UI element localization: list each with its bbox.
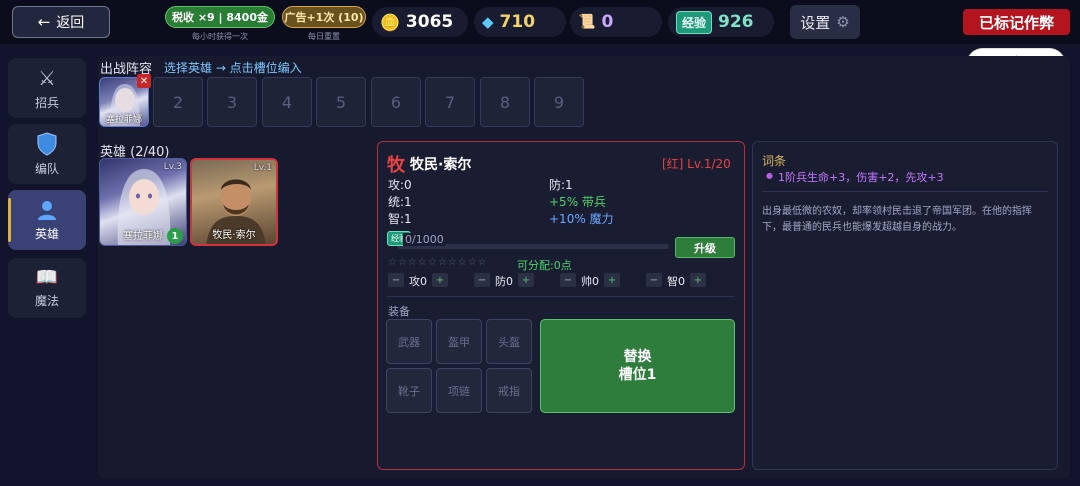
equip-slot-helmet[interactable]: 头盔: [486, 319, 532, 364]
defense-plus-button[interactable]: +: [518, 273, 534, 287]
cheat-flag-badge: 已标记作弊: [963, 9, 1070, 35]
stat-intellect-bonus: +10% 魔力: [549, 212, 614, 226]
traits-title: 词条: [762, 154, 787, 168]
replace-slot-label: 槽位1: [618, 367, 657, 383]
stat-command-bonus: +5% 带兵: [549, 195, 606, 209]
lineup-slot-4[interactable]: 4: [262, 77, 312, 127]
attack-minus-button[interactable]: −: [388, 273, 404, 287]
sidebar-item-label: 魔法: [34, 294, 59, 308]
equip-slot-ring[interactable]: 戒指: [486, 368, 532, 413]
lineup-slot-1-name: 塞拉菲娜: [105, 115, 142, 125]
exp-counter: 经验 926: [668, 7, 774, 37]
sidebar-item-label: 编队: [34, 161, 59, 176]
tax-button[interactable]: 税收 ×9 | 8400金: [165, 6, 275, 28]
tax-label: 税收 ×9 | 8400金: [172, 11, 268, 24]
upgrade-label: 升级: [694, 241, 716, 255]
hero-count-badge: 1: [167, 228, 183, 244]
hero-level: Lv.1: [253, 163, 272, 173]
gold-coins-icon: 🪙: [380, 12, 400, 32]
close-icon: ✕: [139, 75, 149, 87]
scroll-counter: 📜 0: [570, 7, 662, 37]
lineup-slot-5[interactable]: 5: [316, 77, 366, 127]
back-button[interactable]: ← 返回: [12, 6, 110, 38]
book-icon: 📖: [35, 267, 59, 288]
sidebar-item-magic[interactable]: 📖 魔法: [8, 258, 86, 318]
command-minus-button[interactable]: −: [560, 273, 576, 287]
diamond-icon: ◆: [482, 13, 494, 31]
equip-slot-armor[interactable]: 盔甲: [436, 319, 482, 364]
scroll-value: 0: [601, 12, 614, 32]
sidebar-item-label: 招兵: [34, 95, 59, 110]
sidebar-item-label: 英雄: [34, 226, 59, 241]
attack-plus-button[interactable]: +: [432, 273, 448, 287]
gear-icon: ⚙: [836, 13, 850, 31]
equipment-title: 装备: [388, 305, 410, 318]
ad-label: 广告+1次 (10): [284, 11, 364, 24]
equip-slot-necklace[interactable]: 项链: [436, 368, 482, 413]
lineup-slot-3[interactable]: 3: [207, 77, 257, 127]
lineup-slot-8[interactable]: 8: [480, 77, 530, 127]
attack-alloc: 攻0: [409, 275, 427, 288]
exp-text: 0/1000: [403, 233, 446, 246]
gold-value: 3065: [405, 12, 454, 32]
exp-tag: 经验: [676, 10, 713, 34]
replace-label: 替换: [623, 349, 652, 365]
intellect-plus-button[interactable]: +: [690, 273, 706, 287]
sidebar-item-formation[interactable]: 编队: [8, 124, 86, 184]
lineup-slot-2[interactable]: 2: [153, 77, 203, 127]
replace-slot-button[interactable]: 替换 槽位1: [540, 319, 735, 413]
crossed-swords-icon: ⚔: [38, 65, 56, 90]
lineup-slot-7[interactable]: 7: [425, 77, 475, 127]
gem-value: 710: [499, 12, 536, 32]
defense-alloc: 防0: [495, 275, 513, 288]
gem-counter: ◆ 710: [474, 7, 566, 37]
remove-hero-button[interactable]: ✕: [137, 74, 151, 88]
divider: [387, 296, 735, 297]
equip-slot-weapon[interactable]: 武器: [386, 319, 432, 364]
hero-rarity-level: [红] Lv.1/20: [662, 157, 731, 171]
stat-defense: 防:1: [549, 178, 573, 192]
ad-button[interactable]: 广告+1次 (10): [282, 6, 366, 28]
stat-command: 统:1: [388, 195, 412, 209]
lineup-hint: 选择英雄 → 点击槽位编入: [164, 61, 302, 75]
divider: [762, 191, 1048, 192]
star-rating: ☆☆☆☆☆☆☆☆☆☆: [388, 257, 488, 268]
hero-card-sol[interactable]: Lv.1 牧民·索尔: [190, 158, 278, 246]
hero-description: 出身最低微的农奴，却率领村民击退了帝国军团。在他的指挥下，最普通的民兵也能爆发超…: [762, 206, 1032, 233]
stat-attack: 攻:0: [388, 178, 412, 192]
sidebar-item-recruit[interactable]: ⚔ 招兵: [8, 58, 86, 118]
person-icon: [38, 200, 56, 220]
upgrade-button[interactable]: 升级: [675, 237, 735, 258]
allocatable-points: 可分配:0点: [517, 259, 572, 272]
command-plus-button[interactable]: +: [604, 273, 620, 287]
tax-subtext: 每小时获得一次: [192, 32, 248, 41]
hero-detail-name: 牧民·索尔: [410, 157, 472, 173]
equip-slot-boots[interactable]: 靴子: [386, 368, 432, 413]
hero-class-char: 牧: [387, 155, 405, 176]
command-alloc: 帅0: [581, 275, 599, 288]
lineup-slot-6[interactable]: 6: [371, 77, 421, 127]
sidebar-item-heroes[interactable]: 英雄: [8, 190, 86, 250]
hero-level: Lv.3: [163, 162, 182, 172]
settings-label: 设置: [800, 13, 831, 32]
exp-value: 926: [718, 12, 754, 32]
trait-item: 1阶兵生命+3，伤害+2，先攻+3: [778, 171, 944, 184]
stat-intellect: 智:1: [388, 212, 412, 226]
scroll-icon: 📜: [578, 14, 596, 30]
hero-name: 牧民·索尔: [212, 230, 256, 241]
defense-minus-button[interactable]: −: [474, 273, 490, 287]
gold-counter: 🪙 3065: [372, 7, 468, 37]
intellect-minus-button[interactable]: −: [646, 273, 662, 287]
ad-subtext: 每日重置: [308, 32, 340, 41]
trait-bullet-icon: ●: [766, 171, 773, 180]
back-label: 返回: [56, 15, 85, 31]
intellect-alloc: 智0: [667, 275, 685, 288]
settings-button[interactable]: 设置 ⚙: [790, 5, 860, 39]
lineup-slot-9[interactable]: 9: [534, 77, 584, 127]
shield-icon: [37, 131, 57, 156]
arrow-left-icon: ←: [37, 13, 51, 31]
